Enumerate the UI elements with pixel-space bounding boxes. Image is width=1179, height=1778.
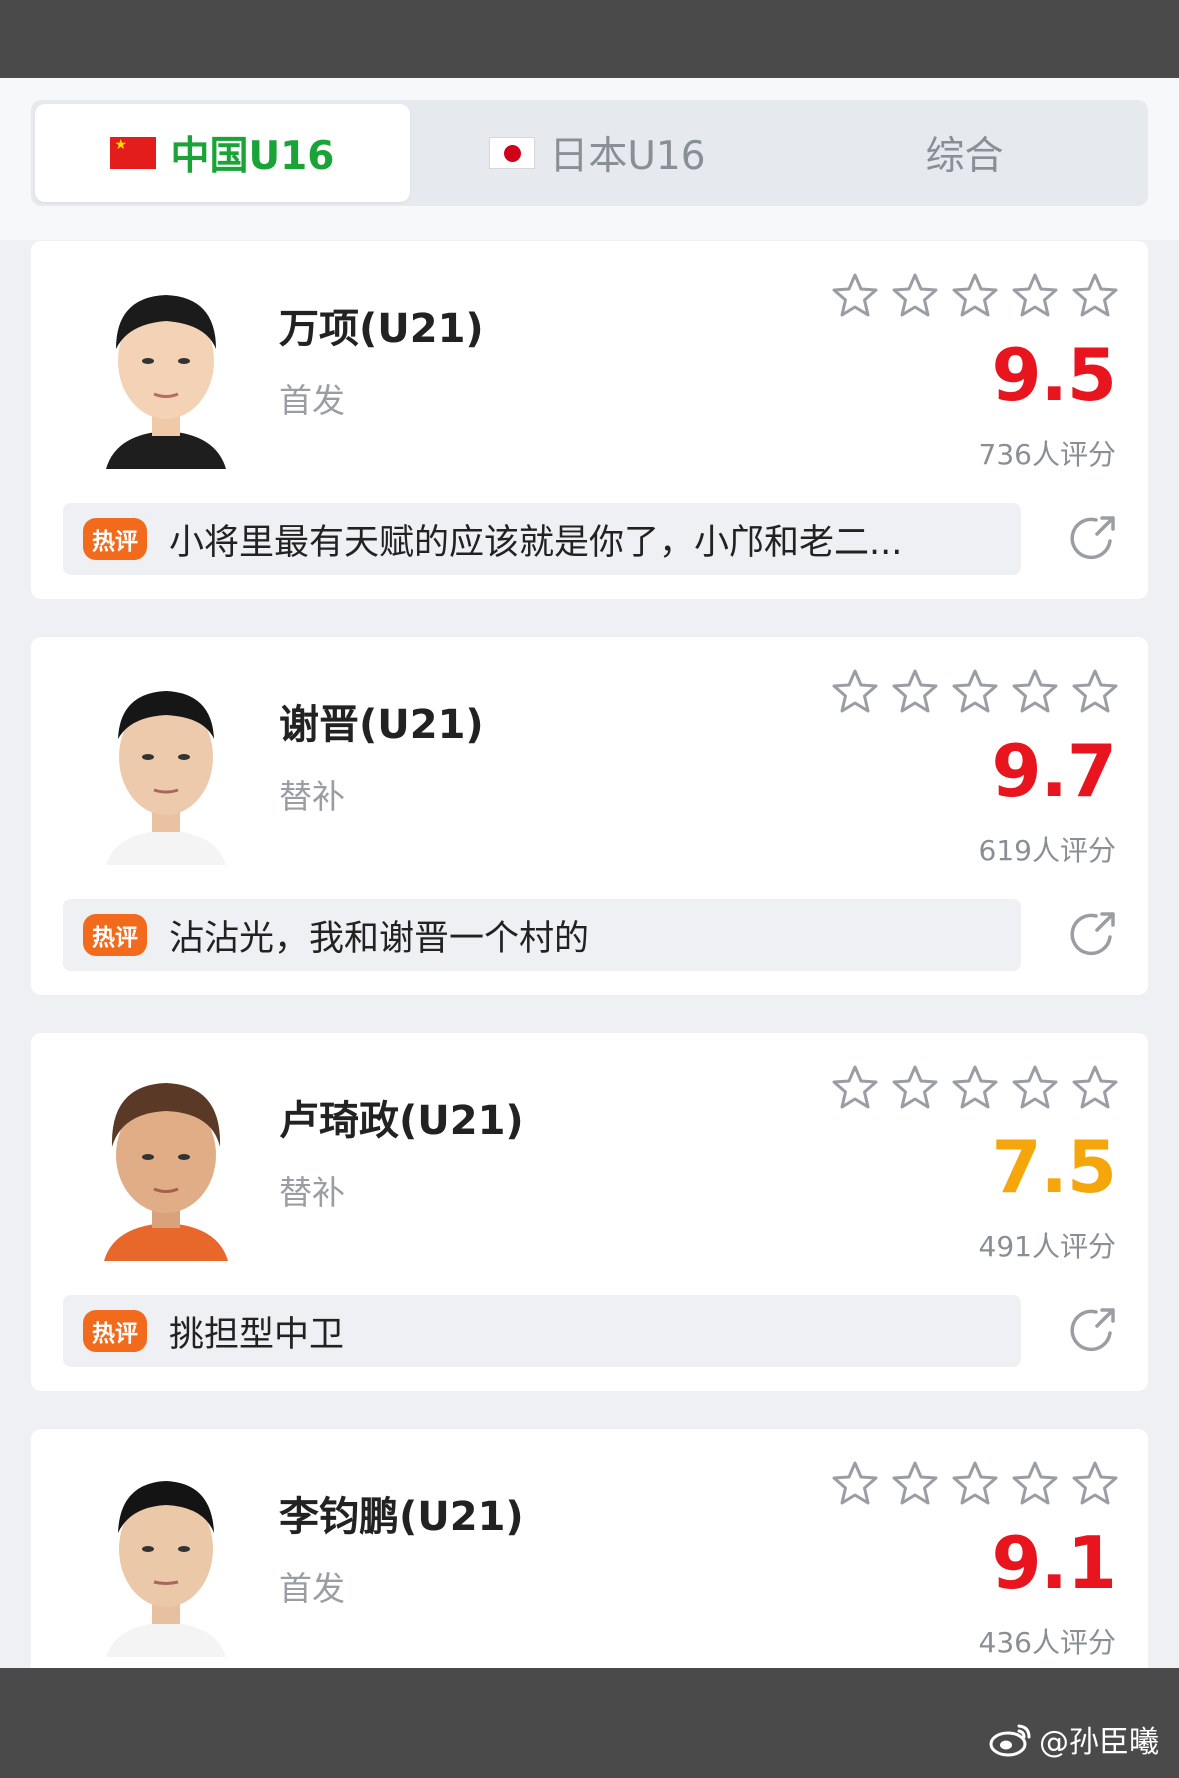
player-avatar	[86, 665, 246, 865]
player-avatar	[86, 269, 246, 469]
hot-comment-text: 小将里最有天赋的应该就是你了，小邝和老二...	[169, 522, 903, 563]
star-icon[interactable]	[890, 1459, 940, 1509]
share-icon[interactable]	[1066, 511, 1120, 565]
star-icon[interactable]	[1010, 1459, 1060, 1509]
player-avatar	[86, 1457, 246, 1657]
tab-strip: 中国U16 日本U16 综合	[0, 78, 1179, 240]
star-icon[interactable]	[950, 1063, 1000, 1113]
japan-flag-icon	[489, 137, 536, 169]
team-tabs: 中国U16 日本U16 综合	[31, 100, 1148, 206]
player-score: 7.5	[991, 1125, 1117, 1209]
hot-comment-badge: 热评	[83, 518, 147, 560]
star-icon[interactable]	[950, 271, 1000, 321]
player-name: 李钧鹏(U21)	[279, 1494, 524, 1540]
star-icon[interactable]	[950, 667, 1000, 717]
rating-stars	[830, 667, 1120, 717]
player-role: 首发	[279, 381, 345, 420]
weibo-watermark: @孙臣曦	[989, 1717, 1159, 1761]
player-role: 替补	[279, 777, 345, 816]
tab-china-u16[interactable]: 中国U16	[35, 104, 410, 202]
app-screen: 中国U16 日本U16 综合 万项(U21) 首发 9.5 736人评分	[0, 78, 1179, 1668]
rating-count: 736人评分	[978, 438, 1116, 471]
star-icon[interactable]	[1010, 271, 1060, 321]
rating-count: 491人评分	[978, 1230, 1116, 1263]
top-letterbox	[0, 0, 1179, 78]
rating-count: 436人评分	[978, 1626, 1116, 1659]
player-card: 卢琦政(U21) 替补 7.5 491人评分 热评 挑担型中卫	[31, 1033, 1148, 1391]
star-icon[interactable]	[890, 1063, 940, 1113]
weibo-icon	[989, 1724, 1031, 1757]
player-name: 卢琦政(U21)	[279, 1098, 524, 1144]
hot-comment-bar[interactable]: 热评 沾沾光，我和谢晋一个村的	[63, 899, 1021, 971]
player-card: 李钧鹏(U21) 首发 9.1 436人评分	[31, 1429, 1148, 1668]
player-card: 万项(U21) 首发 9.5 736人评分 热评 小将里最有天赋的应该就是你了，…	[31, 241, 1148, 599]
share-icon[interactable]	[1066, 1303, 1120, 1357]
watermark-text: @孙臣曦	[1039, 1725, 1159, 1760]
star-icon[interactable]	[890, 271, 940, 321]
star-icon[interactable]	[830, 1459, 880, 1509]
tab-label: 中国U16	[170, 134, 335, 179]
player-avatar	[86, 1061, 246, 1261]
player-score: 9.5	[991, 333, 1117, 417]
player-card: 谢晋(U21) 替补 9.7 619人评分 热评 沾沾光，我和谢晋一个村的	[31, 637, 1148, 995]
china-flag-icon	[110, 137, 157, 169]
tab-label: 日本U16	[549, 134, 706, 179]
star-icon[interactable]	[830, 271, 880, 321]
hot-comment-text: 沾沾光，我和谢晋一个村的	[169, 918, 590, 959]
star-icon[interactable]	[950, 1459, 1000, 1509]
share-icon[interactable]	[1066, 907, 1120, 961]
star-icon[interactable]	[1010, 667, 1060, 717]
rating-stars	[830, 1459, 1120, 1509]
player-role: 替补	[279, 1173, 345, 1212]
star-icon[interactable]	[1070, 1459, 1120, 1509]
hot-comment-bar[interactable]: 热评 小将里最有天赋的应该就是你了，小邝和老二...	[63, 503, 1021, 575]
tab-label: 综合	[925, 134, 1004, 179]
rating-count: 619人评分	[978, 834, 1116, 867]
star-icon[interactable]	[890, 667, 940, 717]
rating-stars	[830, 271, 1120, 321]
star-icon[interactable]	[1070, 667, 1120, 717]
hot-comment-bar[interactable]: 热评 挑担型中卫	[63, 1295, 1021, 1367]
star-icon[interactable]	[1070, 1063, 1120, 1113]
hot-comment-text: 挑担型中卫	[169, 1314, 345, 1355]
player-score: 9.1	[991, 1521, 1117, 1605]
player-name: 万项(U21)	[279, 306, 484, 352]
player-role: 首发	[279, 1569, 345, 1608]
star-icon[interactable]	[1070, 271, 1120, 321]
tab-overall[interactable]: 综合	[781, 100, 1148, 206]
star-icon[interactable]	[830, 1063, 880, 1113]
star-icon[interactable]	[830, 667, 880, 717]
tab-japan-u16[interactable]: 日本U16	[414, 100, 781, 206]
hot-comment-badge: 热评	[83, 1310, 147, 1352]
rating-stars	[830, 1063, 1120, 1113]
player-score: 9.7	[991, 729, 1117, 813]
hot-comment-badge: 热评	[83, 914, 147, 956]
player-name: 谢晋(U21)	[279, 702, 484, 748]
star-icon[interactable]	[1010, 1063, 1060, 1113]
